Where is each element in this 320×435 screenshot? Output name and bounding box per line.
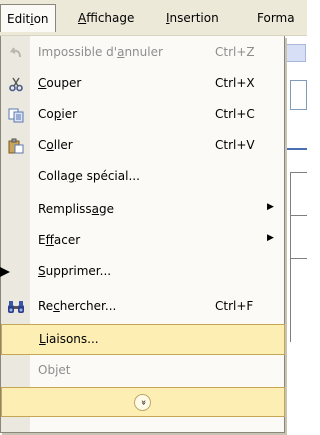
menu-item-label: Effacer — [38, 233, 81, 247]
menu-item-label: Collage spécial... — [38, 169, 140, 183]
menu-item-shortcut: Ctrl+X — [215, 76, 255, 90]
menu-item-remplissage[interactable]: Remplissage ▶ — [1, 195, 285, 226]
submenu-arrow-icon: ▶ — [267, 202, 274, 212]
menu-item-shortcut: Ctrl+C — [215, 107, 255, 121]
scissors-icon — [7, 75, 25, 93]
menu-item-label: Impossible d'annuler — [38, 45, 163, 59]
copy-icon — [7, 106, 25, 124]
toolbar-divider — [286, 148, 307, 150]
menu-item-label: Couper — [38, 76, 82, 90]
menu-format-label: Forma — [257, 11, 295, 25]
menu-item-coller[interactable]: Coller Ctrl+V — [1, 131, 285, 162]
pointer-arrow-icon — [0, 267, 10, 277]
menu-item-label: Rechercher... — [38, 299, 117, 313]
menu-edition-label-post: on — [33, 12, 49, 26]
menu-item-label: Liaisons... — [39, 332, 99, 346]
expand-glyph: » — [138, 399, 148, 406]
menu-item-undo[interactable]: Impossible d'annuler Ctrl+Z — [1, 38, 285, 69]
menu-insertion[interactable]: Insertion — [160, 4, 225, 32]
double-chevron-down-icon: » — [134, 394, 151, 411]
menu-item-liaisons[interactable]: Liaisons... — [1, 324, 285, 355]
document-area — [290, 172, 307, 342]
menu-item-shortcut: Ctrl+V — [215, 138, 255, 152]
menu-item-supprimer[interactable]: Supprimer... — [1, 257, 285, 288]
menu-item-collage-special[interactable]: Collage spécial... — [1, 162, 285, 193]
menu-item-label: Objet — [38, 363, 71, 377]
menu-item-label: Remplissage — [38, 202, 115, 216]
menu-item-rechercher[interactable]: Rechercher... Ctrl+F — [1, 292, 285, 323]
menu-edition-label-pre: Edit — [7, 12, 31, 26]
binoculars-icon — [7, 298, 25, 316]
menu-bar: Edition Affichage Insertion Forma — [0, 0, 307, 36]
menu-item-couper[interactable]: Couper Ctrl+X — [1, 69, 285, 100]
document-gridline — [290, 258, 307, 259]
menu-item-effacer[interactable]: Effacer ▶ — [1, 226, 285, 257]
undo-icon — [7, 44, 25, 62]
menu-insertion-label-post: nsertion — [169, 11, 219, 25]
paste-icon — [7, 137, 25, 155]
document-gridline — [290, 215, 307, 216]
toolbar-combo[interactable] — [290, 80, 307, 110]
menu-affichage-label-post: ffichage — [86, 11, 135, 25]
menu-item-objet[interactable]: Objet — [1, 356, 285, 387]
edition-dropdown-menu: Impossible d'annuler Ctrl+Z Couper Ctrl+… — [0, 36, 285, 433]
menu-item-label: Copier — [38, 107, 78, 121]
menu-affichage[interactable]: Affichage — [72, 4, 140, 32]
menu-affichage-mnemonic: A — [78, 11, 87, 25]
menu-item-shortcut: Ctrl+F — [215, 299, 254, 313]
menu-item-label: Coller — [38, 138, 73, 152]
toolbar-button[interactable] — [286, 44, 306, 62]
menu-item-label: Supprimer... — [38, 264, 112, 278]
submenu-arrow-icon: ▶ — [267, 233, 274, 243]
menu-format[interactable]: Forma — [251, 4, 301, 32]
menu-edition[interactable]: Edition — [0, 4, 56, 32]
menu-item-shortcut: Ctrl+Z — [215, 45, 255, 59]
menu-item-copier[interactable]: Copier Ctrl+C — [1, 100, 285, 131]
menu-expand-button[interactable]: » — [1, 387, 285, 417]
